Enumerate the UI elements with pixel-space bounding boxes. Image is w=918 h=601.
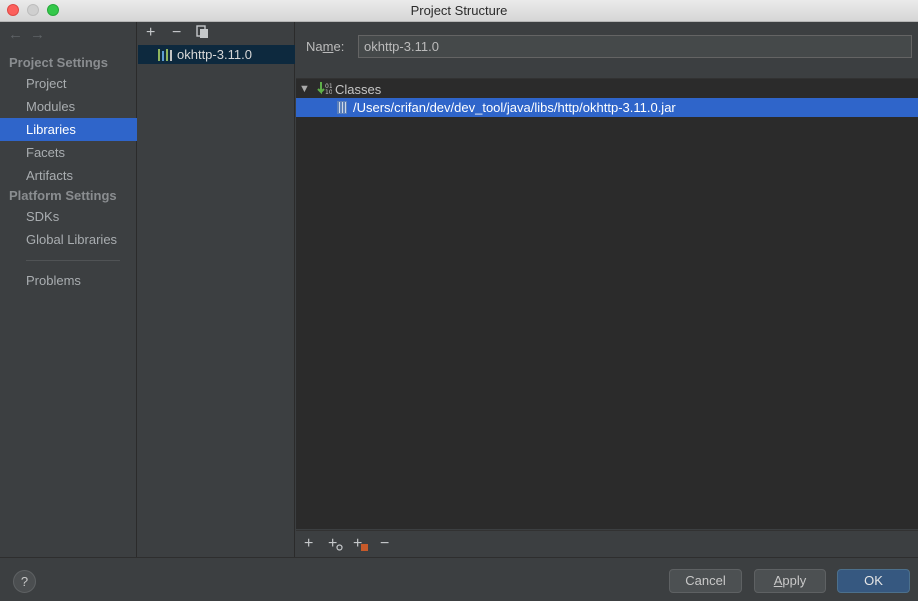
apply-button[interactable]: Apply <box>754 569 826 593</box>
help-button[interactable]: ? <box>13 570 36 593</box>
classes-root-icon: 01 10 <box>317 82 332 96</box>
sidebar-item-facets[interactable]: Facets <box>0 141 137 164</box>
tree-node-classes[interactable]: ▼ 01 10 Classes <box>296 80 918 99</box>
add-root-button[interactable]: + <box>304 536 313 552</box>
add-library-button[interactable]: + <box>146 25 155 41</box>
library-roots-tree: ▼ 01 10 Classes /Users/crifan/dev/dev_to… <box>296 78 918 529</box>
copy-icon <box>196 25 208 38</box>
library-name-label: okhttp-3.11.0 <box>177 47 252 62</box>
library-list-item[interactable]: okhttp-3.11.0 <box>138 45 295 64</box>
sidebar-item-modules[interactable]: Modules <box>0 95 137 118</box>
forward-arrow-icon[interactable]: → <box>30 26 52 43</box>
back-arrow-icon[interactable]: ← <box>8 26 30 43</box>
add-root-with-settings-button[interactable]: + <box>328 536 343 552</box>
remove-root-button[interactable]: − <box>380 536 389 552</box>
roots-toolbar: + + + − <box>296 530 918 557</box>
project-settings-header: Project Settings <box>9 55 108 70</box>
name-label: Name: <box>306 39 345 54</box>
attach-overlay-icon <box>361 544 368 551</box>
window-title: Project Structure <box>410 3 508 18</box>
sidebar-item-global-libraries[interactable]: Global Libraries <box>0 228 137 251</box>
settings-overlay-icon <box>336 544 343 551</box>
remove-library-button[interactable]: − <box>172 25 181 41</box>
ok-button[interactable]: OK <box>837 569 910 593</box>
library-list-toolbar: + − <box>138 22 295 44</box>
sidebar-divider <box>26 260 120 261</box>
sidebar-item-problems[interactable]: Problems <box>0 269 137 292</box>
library-details-panel: Name: ▼ 01 10 Classes /Users/crifan/dev/… <box>296 22 918 557</box>
jar-path-label: /Users/crifan/dev/dev_tool/java/libs/htt… <box>353 100 676 115</box>
sidebar-item-artifacts[interactable]: Artifacts <box>0 164 137 187</box>
sidebar-item-libraries[interactable]: Libraries <box>0 118 137 141</box>
sidebar-item-sdks[interactable]: SDKs <box>0 205 137 228</box>
tree-node-jar[interactable]: /Users/crifan/dev/dev_tool/java/libs/htt… <box>296 98 918 117</box>
title-bar: Project Structure <box>0 0 918 22</box>
copy-library-button[interactable] <box>196 25 209 43</box>
classes-label: Classes <box>335 82 382 97</box>
jar-file-icon <box>337 101 347 114</box>
expand-triangle-icon[interactable]: ▼ <box>299 80 310 99</box>
platform-settings-header: Platform Settings <box>9 188 117 203</box>
dialog-footer: ? Cancel Apply OK <box>0 557 918 601</box>
attach-files-button[interactable]: + <box>353 536 368 552</box>
library-name-field[interactable] <box>358 35 912 58</box>
library-icon <box>158 49 172 61</box>
library-list-panel: + − okhttp-3.11.0 <box>138 22 295 557</box>
svg-text:10: 10 <box>325 89 332 96</box>
sidebar-item-project[interactable]: Project <box>0 72 137 95</box>
cancel-button[interactable]: Cancel <box>669 569 742 593</box>
settings-sidebar: ← → Project Settings Project Modules Libr… <box>0 22 137 557</box>
history-navigation: ← → <box>8 26 52 43</box>
